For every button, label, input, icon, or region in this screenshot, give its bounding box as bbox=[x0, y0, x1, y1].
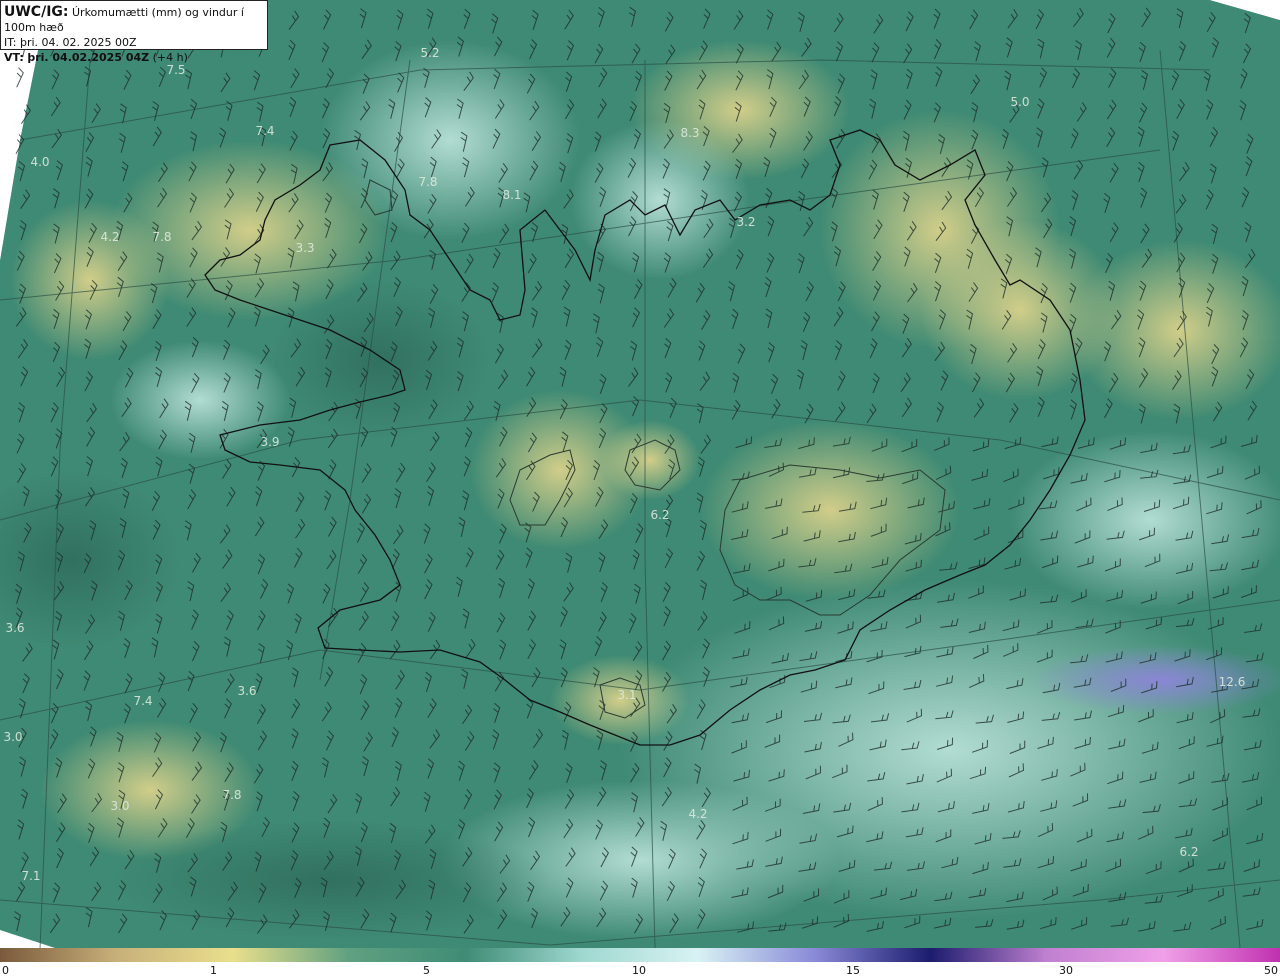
value-label: 7.5 bbox=[166, 63, 185, 77]
value-label: 5.0 bbox=[1010, 95, 1029, 109]
value-label: 4.2 bbox=[688, 807, 707, 821]
value-label: 7.8 bbox=[152, 230, 171, 244]
value-label: 5.2 bbox=[420, 46, 439, 60]
valid-prefix: VT: bbox=[4, 51, 24, 64]
valid-time: þri. 04.02.2025 04Z bbox=[27, 51, 150, 64]
value-label: 3.1 bbox=[617, 688, 636, 702]
colorbar-tick: 15 bbox=[846, 964, 860, 977]
value-label: 4.2 bbox=[100, 230, 119, 244]
colorbar-gradient bbox=[0, 948, 1280, 962]
model-name: UWC/IG: bbox=[4, 4, 69, 20]
value-label: 7.1 bbox=[21, 869, 40, 883]
value-label: 3.9 bbox=[260, 435, 279, 449]
lead-time: (+4 h) bbox=[152, 51, 188, 64]
value-label: 3.3 bbox=[295, 241, 314, 255]
forecast-info-box: UWC/IG: Úrkomumætti (mm) og vindur í 100… bbox=[0, 0, 268, 64]
value-label: 3.0 bbox=[110, 799, 129, 813]
colorbar-tick: 1 bbox=[210, 964, 217, 977]
value-label: 3.6 bbox=[5, 621, 24, 635]
value-label: 3.0 bbox=[3, 730, 22, 744]
value-label: 6.2 bbox=[650, 508, 669, 522]
colorbar-tick: 50 bbox=[1264, 964, 1278, 977]
valid-time-line: VT: þri. 04.02.2025 04Z (+4 h) bbox=[4, 50, 264, 65]
precipitation-wind-map: 5.2 5.0 7.5 7.4 8.3 4.0 7.8 8.1 3.2 4.2 … bbox=[0, 0, 1280, 948]
colorbar-tick: 30 bbox=[1059, 964, 1073, 977]
title-line: UWC/IG: Úrkomumætti (mm) og vindur í 100… bbox=[4, 5, 264, 35]
colorbar-tick: 10 bbox=[632, 964, 646, 977]
value-label: 7.4 bbox=[133, 694, 152, 708]
value-label: 4.0 bbox=[30, 155, 49, 169]
value-label: 8.1 bbox=[502, 188, 521, 202]
value-label: 7.8 bbox=[418, 175, 437, 189]
value-label: 7.4 bbox=[255, 124, 274, 138]
value-label: 3.6 bbox=[237, 684, 256, 698]
value-label: 3.2 bbox=[736, 215, 755, 229]
value-label: 7.8 bbox=[222, 788, 241, 802]
value-label: 8.3 bbox=[680, 126, 699, 140]
value-label: 12.6 bbox=[1219, 675, 1246, 689]
colorbar-tick: 5 bbox=[423, 964, 430, 977]
colorbar-tick: 0 bbox=[2, 964, 9, 977]
value-label: 6.2 bbox=[1179, 845, 1198, 859]
init-time: IT: þri. 04. 02. 2025 00Z bbox=[4, 36, 137, 49]
